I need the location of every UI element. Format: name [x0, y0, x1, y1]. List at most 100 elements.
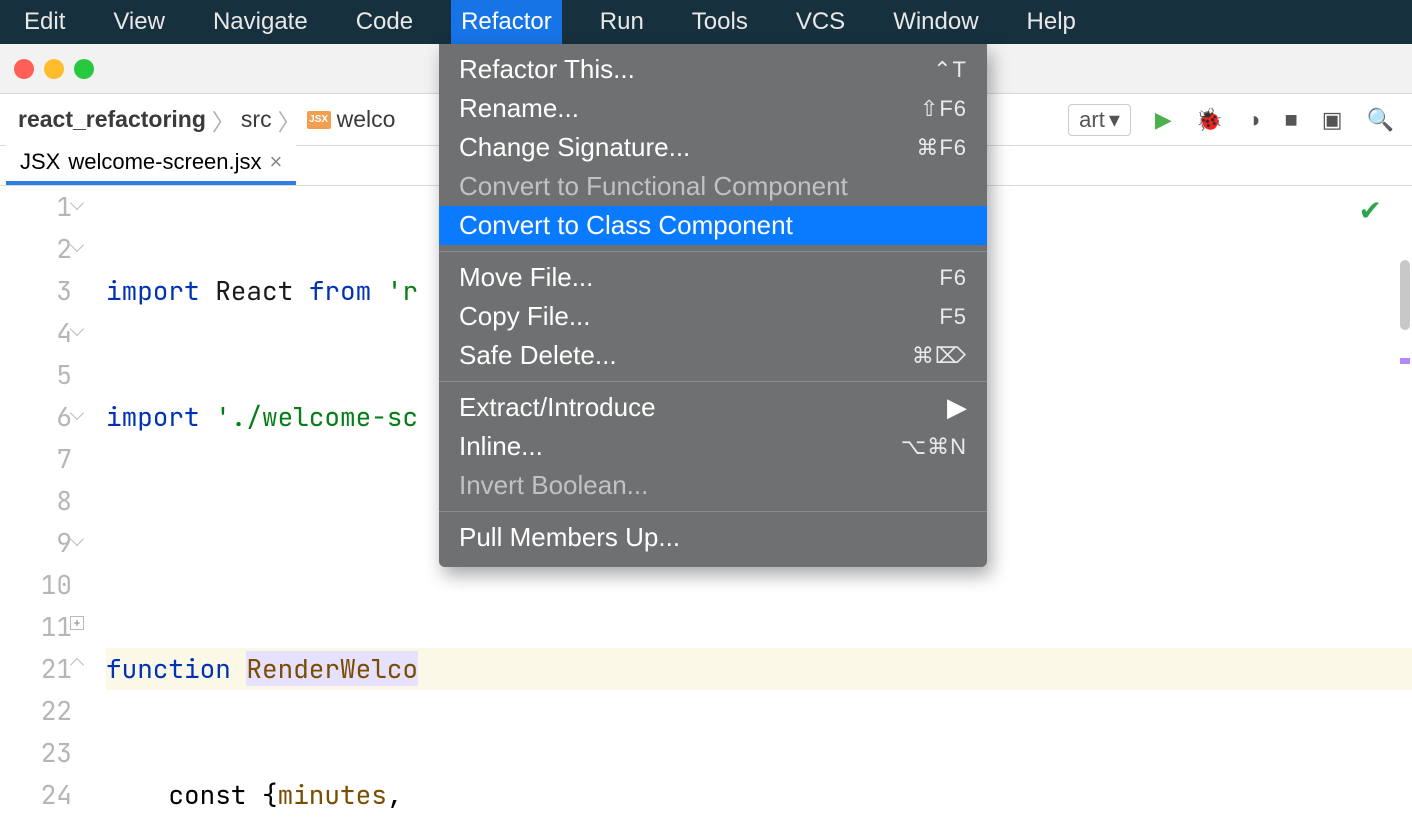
menu-shortcut: ⇧F6: [920, 96, 967, 122]
menu-item-label: Extract/Introduce: [459, 392, 656, 423]
menu-item-safe-delete[interactable]: Safe Delete...⌘⌦: [439, 336, 987, 375]
gutter-line-number[interactable]: 8: [0, 480, 72, 522]
window-minimize-button[interactable]: [44, 59, 64, 79]
menu-item-label: Safe Delete...: [459, 340, 617, 371]
coverage-icon[interactable]: ◑: [1247, 107, 1260, 133]
search-icon[interactable]: 🔍: [1367, 107, 1394, 133]
code-token: ,: [387, 777, 418, 812]
run-config-label: art: [1079, 107, 1105, 133]
vertical-scrollbar[interactable]: [1400, 260, 1410, 330]
menu-vcs[interactable]: VCS: [786, 0, 855, 44]
code-token: const {: [106, 777, 278, 812]
menu-item-extract-introduce[interactable]: Extract/Introduce ▶: [439, 388, 987, 427]
gutter-line-number[interactable]: 6: [0, 396, 72, 438]
menu-item-label: Invert Boolean...: [459, 470, 648, 501]
fold-toggle-icon[interactable]: [70, 322, 84, 336]
gutter-line-number[interactable]: 1: [0, 186, 72, 228]
stop-icon[interactable]: ■: [1285, 107, 1298, 133]
window-zoom-button[interactable]: [74, 59, 94, 79]
tab-label: welcome-screen.jsx: [68, 149, 261, 175]
gutter-line-number[interactable]: 5: [0, 354, 72, 396]
code-token: import: [106, 399, 215, 434]
fold-toggle-icon[interactable]: [70, 532, 84, 546]
gutter-line-number[interactable]: 4: [0, 312, 72, 354]
gutter-line-number[interactable]: 24: [0, 774, 72, 816]
menu-item-label: Convert to Class Component: [459, 210, 793, 241]
editor-tab[interactable]: JSX welcome-screen.jsx ×: [6, 143, 296, 185]
window-close-button[interactable]: [14, 59, 34, 79]
inspection-ok-icon[interactable]: ✔: [1359, 194, 1382, 227]
gutter-line-number[interactable]: 7: [0, 438, 72, 480]
menu-code[interactable]: Code: [346, 0, 423, 44]
menu-separator: [439, 381, 987, 382]
menu-item-pull-members-up[interactable]: Pull Members Up...: [439, 518, 987, 557]
menu-item-convert-to-class-component[interactable]: Convert to Class Component: [439, 206, 987, 245]
menu-view[interactable]: View: [103, 0, 175, 44]
fold-toggle-icon[interactable]: [70, 406, 84, 420]
code-token: React: [215, 273, 309, 308]
breadcrumb[interactable]: react_refactoring 〉 src 〉 JSX welco: [18, 103, 395, 137]
close-icon[interactable]: ×: [270, 149, 283, 175]
menu-item-label: Convert to Functional Component: [459, 171, 848, 202]
breadcrumb-separator-icon: 〉: [278, 103, 301, 137]
run-icon[interactable]: ▶: [1155, 107, 1172, 133]
jsx-file-icon: JSX: [20, 149, 60, 175]
code-token: minutes: [278, 777, 387, 812]
gutter-line-number[interactable]: 21: [0, 648, 72, 690]
breadcrumb-folder[interactable]: src: [241, 106, 272, 133]
editor-gutter: 1234567891011+21222324: [0, 186, 90, 834]
menu-shortcut: F6: [939, 265, 967, 291]
gutter-line-number[interactable]: 2: [0, 228, 72, 270]
code-token: import: [106, 273, 215, 308]
menu-item-convert-to-functional-component: Convert to Functional Component: [439, 167, 987, 206]
menu-shortcut: ⌘F6: [916, 135, 967, 161]
jsx-file-icon: JSX: [307, 111, 331, 129]
menu-tools[interactable]: Tools: [682, 0, 758, 44]
menu-edit[interactable]: Edit: [14, 0, 75, 44]
breadcrumb-root[interactable]: react_refactoring: [18, 106, 206, 133]
menu-help[interactable]: Help: [1017, 0, 1086, 44]
scrollbar-marker: [1400, 358, 1410, 364]
menu-item-copy-file[interactable]: Copy File...F5: [439, 297, 987, 336]
breadcrumb-file[interactable]: welco: [337, 106, 396, 133]
code-token: RenderWelco: [246, 651, 418, 686]
code-token: './welcome-sc: [215, 399, 418, 434]
menu-item-refactor-this[interactable]: Refactor This...⌃T: [439, 50, 987, 89]
breadcrumb-separator-icon: 〉: [212, 103, 235, 137]
menu-item-label: Copy File...: [459, 301, 591, 332]
menubar: Edit View Navigate Code Refactor Run Tools VCS W…: [0, 0, 1412, 44]
gutter-line-number[interactable]: 11+: [0, 606, 72, 648]
menu-shortcut: ⌃T: [933, 57, 967, 83]
menu-navigate[interactable]: Navigate: [203, 0, 318, 44]
toolbar-actions: art ▾ ▶ 🐞 ◑ ■ ▣ 🔍: [1068, 104, 1394, 136]
run-anything-icon[interactable]: ▣: [1322, 107, 1343, 133]
menu-run[interactable]: Run: [590, 0, 654, 44]
fold-toggle-icon[interactable]: [70, 196, 84, 210]
menu-separator: [439, 251, 987, 252]
menu-item-change-signature[interactable]: Change Signature... ⌘F6: [439, 128, 987, 167]
gutter-line-number[interactable]: 23: [0, 732, 72, 774]
gutter-line-number[interactable]: 3: [0, 270, 72, 312]
menu-item-label: Inline...: [459, 431, 543, 462]
gutter-line-number[interactable]: 22: [0, 690, 72, 732]
submenu-arrow-icon: ▶: [947, 392, 967, 423]
menu-window[interactable]: Window: [883, 0, 988, 44]
menu-refactor[interactable]: Refactor: [451, 0, 562, 44]
fold-toggle-icon[interactable]: [70, 658, 84, 672]
run-configuration-selector[interactable]: art ▾: [1068, 104, 1131, 136]
fold-toggle-icon[interactable]: [70, 238, 84, 252]
menu-separator: [439, 511, 987, 512]
menu-item-move-file[interactable]: Move File...F6: [439, 258, 987, 297]
menu-shortcut: ⌥⌘N: [901, 434, 967, 460]
menu-item-invert-boolean: Invert Boolean...: [439, 466, 987, 505]
chevron-down-icon: ▾: [1109, 107, 1120, 133]
menu-item-label: Rename...: [459, 93, 579, 124]
menu-item-inline[interactable]: Inline... ⌥⌘N: [439, 427, 987, 466]
fold-expand-icon[interactable]: +: [70, 616, 84, 630]
menu-item-label: Change Signature...: [459, 132, 690, 163]
debug-icon[interactable]: 🐞: [1196, 107, 1223, 133]
gutter-line-number[interactable]: 10: [0, 564, 72, 606]
menu-item-rename[interactable]: Rename... ⇧F6: [439, 89, 987, 128]
gutter-line-number[interactable]: 9: [0, 522, 72, 564]
refactor-menu: Refactor This...⌃T Rename... ⇧F6 Change Sig…: [439, 44, 987, 567]
